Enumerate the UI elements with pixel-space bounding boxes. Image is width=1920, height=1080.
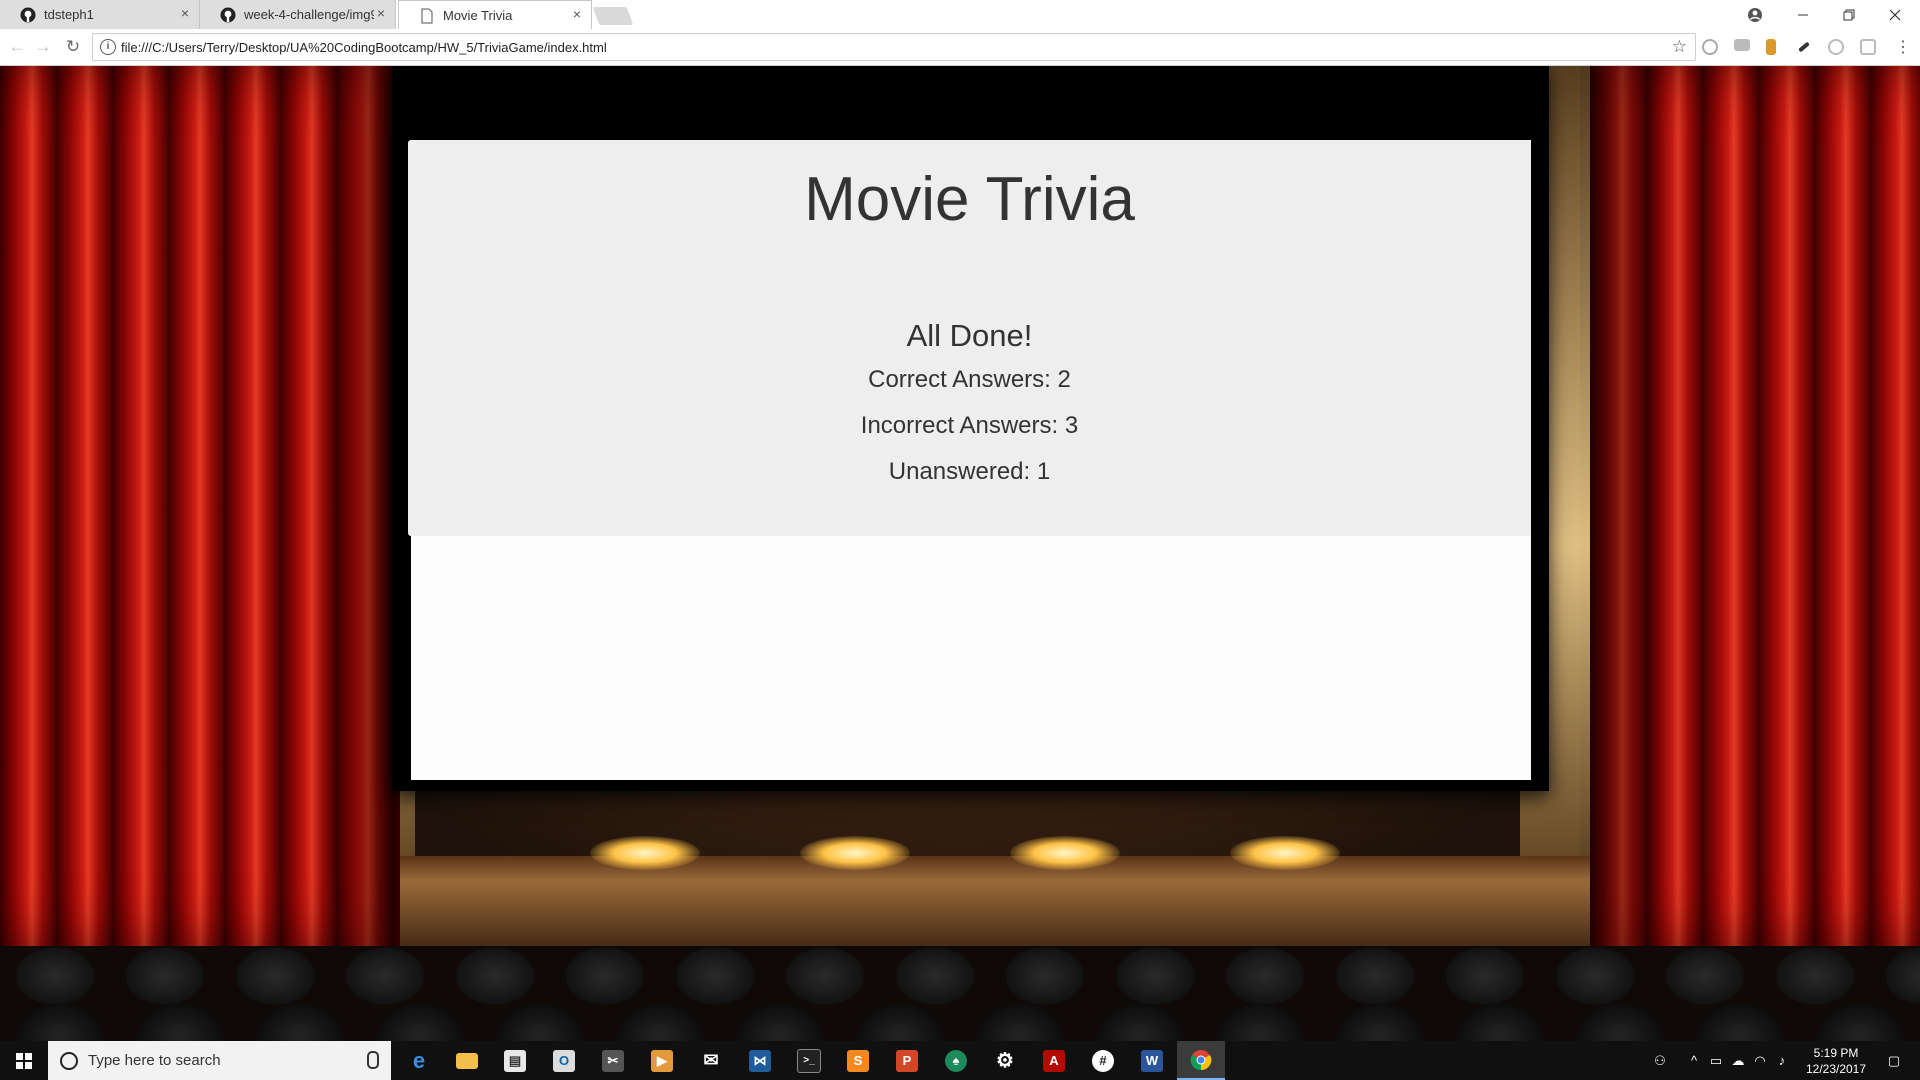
correct-answers: Correct Answers: 2 (868, 366, 1071, 393)
close-window-icon[interactable] (1872, 0, 1918, 29)
slack-icon[interactable]: # (1079, 1041, 1127, 1080)
document-icon (421, 8, 433, 24)
tab-label: Movie Trivia (443, 8, 513, 23)
mail-icon[interactable]: ✉ (687, 1041, 735, 1080)
windows-icon (15, 1052, 32, 1069)
terminal-icon[interactable]: >_ (785, 1041, 833, 1080)
info-icon[interactable]: i (100, 39, 116, 55)
word-icon[interactable]: W (1128, 1041, 1176, 1080)
battery-icon[interactable]: ▭ (1706, 1041, 1726, 1080)
clock-date: 12/23/2017 (1805, 1062, 1867, 1076)
browser-toolbar: ← → ↻ i file:///C:/Users/Terry/Desktop/U… (0, 29, 1920, 66)
store-icon[interactable]: ▤ (491, 1041, 539, 1080)
new-tab-button[interactable] (592, 7, 634, 25)
taskbar-search[interactable]: Type here to search (48, 1041, 391, 1080)
action-center-icon[interactable]: ▢ (1876, 1041, 1912, 1080)
extension-icon[interactable] (1734, 39, 1750, 51)
close-tab-icon[interactable]: × (377, 5, 385, 21)
forward-icon[interactable]: → (32, 36, 54, 58)
footlight (1230, 836, 1340, 870)
chrome-icon[interactable] (1177, 1041, 1225, 1080)
settings-icon[interactable]: ⚙ (981, 1041, 1029, 1080)
theater-seats (0, 946, 1920, 1041)
bookmark-star-icon[interactable]: ☆ (1672, 37, 1687, 57)
people-icon[interactable]: ⚇ (1648, 1041, 1672, 1080)
microphone-icon[interactable] (367, 1051, 379, 1069)
menu-icon[interactable]: ⋮ (1892, 36, 1914, 58)
system-clock[interactable]: 5:19 PM 12/23/2017 (1800, 1045, 1872, 1077)
acrobat-icon[interactable]: A (1030, 1041, 1078, 1080)
footlight (590, 836, 700, 870)
wifi-icon[interactable]: ◠ (1750, 1041, 1770, 1080)
done-heading: All Done! (906, 318, 1033, 353)
close-tab-icon[interactable]: × (181, 5, 189, 21)
video-icon[interactable]: ▶ (638, 1041, 686, 1080)
unanswered: Unanswered: 1 (888, 458, 1051, 485)
clock-time: 5:19 PM (1813, 1046, 1859, 1060)
page-title: Movie Trivia (804, 165, 1135, 234)
start-button[interactable] (0, 1041, 47, 1080)
tab-movie-trivia[interactable]: Movie Trivia × (398, 0, 592, 29)
powerpoint-icon[interactable]: P (883, 1041, 931, 1080)
footlight (800, 836, 910, 870)
search-placeholder: Type here to search (88, 1052, 221, 1069)
sublime-icon[interactable]: S (834, 1041, 882, 1080)
volume-icon[interactable]: ♪ (1772, 1041, 1792, 1080)
close-tab-icon[interactable]: × (573, 6, 581, 22)
address-bar[interactable]: i file:///C:/Users/Terry/Desktop/UA%20Co… (92, 33, 1696, 61)
show-hidden-icons[interactable]: ^ (1684, 1041, 1704, 1080)
visual-studio-icon[interactable]: ⋈ (736, 1041, 784, 1080)
edge-icon[interactable]: e (395, 1041, 443, 1080)
incorrect-answers: Incorrect Answers: 3 (860, 412, 1079, 439)
taskbar: Type here to search e ▤ O ✂ ▶ ✉ ⋈ >_ S P… (0, 1041, 1920, 1080)
extension-icon[interactable] (1766, 39, 1776, 55)
file-explorer-icon[interactable] (443, 1041, 491, 1080)
trivia-panel: Movie Trivia All Done! Correct Answers: … (408, 140, 1531, 536)
outlook-icon[interactable]: O (540, 1041, 588, 1080)
tab-label: tdsteph1 (44, 7, 94, 22)
footlight (1010, 836, 1120, 870)
snip-icon[interactable]: ✂ (589, 1041, 637, 1080)
curtain-left (0, 66, 400, 946)
tab-github-repo[interactable]: week-4-challenge/img9.j × (200, 0, 396, 29)
onedrive-icon[interactable]: ☁ (1728, 1041, 1748, 1080)
page-viewport: Movie Trivia All Done! Correct Answers: … (0, 66, 1920, 1041)
tab-label: week-4-challenge/img9.j (244, 7, 374, 22)
restore-icon[interactable] (1826, 0, 1872, 29)
minimize-icon[interactable] (1780, 0, 1826, 29)
curtain-right (1590, 66, 1920, 946)
cortana-icon (60, 1052, 78, 1070)
back-icon[interactable]: ← (6, 36, 28, 58)
extension-icon[interactable] (1828, 39, 1844, 55)
profile-icon[interactable] (1732, 0, 1778, 29)
extension-icon[interactable] (1798, 41, 1810, 53)
url-text[interactable]: file:///C:/Users/Terry/Desktop/UA%20Codi… (121, 40, 607, 55)
gitkraken-icon[interactable]: ♠ (932, 1041, 980, 1080)
extension-icon[interactable] (1702, 39, 1718, 55)
github-icon (220, 7, 236, 23)
reload-icon[interactable]: ↻ (62, 36, 84, 58)
tab-strip: tdsteph1 × week-4-challenge/img9.j × Mov… (0, 0, 1920, 29)
github-icon (20, 7, 36, 23)
extension-icon[interactable] (1860, 39, 1876, 55)
tab-github-profile[interactable]: tdsteph1 × (0, 0, 200, 29)
